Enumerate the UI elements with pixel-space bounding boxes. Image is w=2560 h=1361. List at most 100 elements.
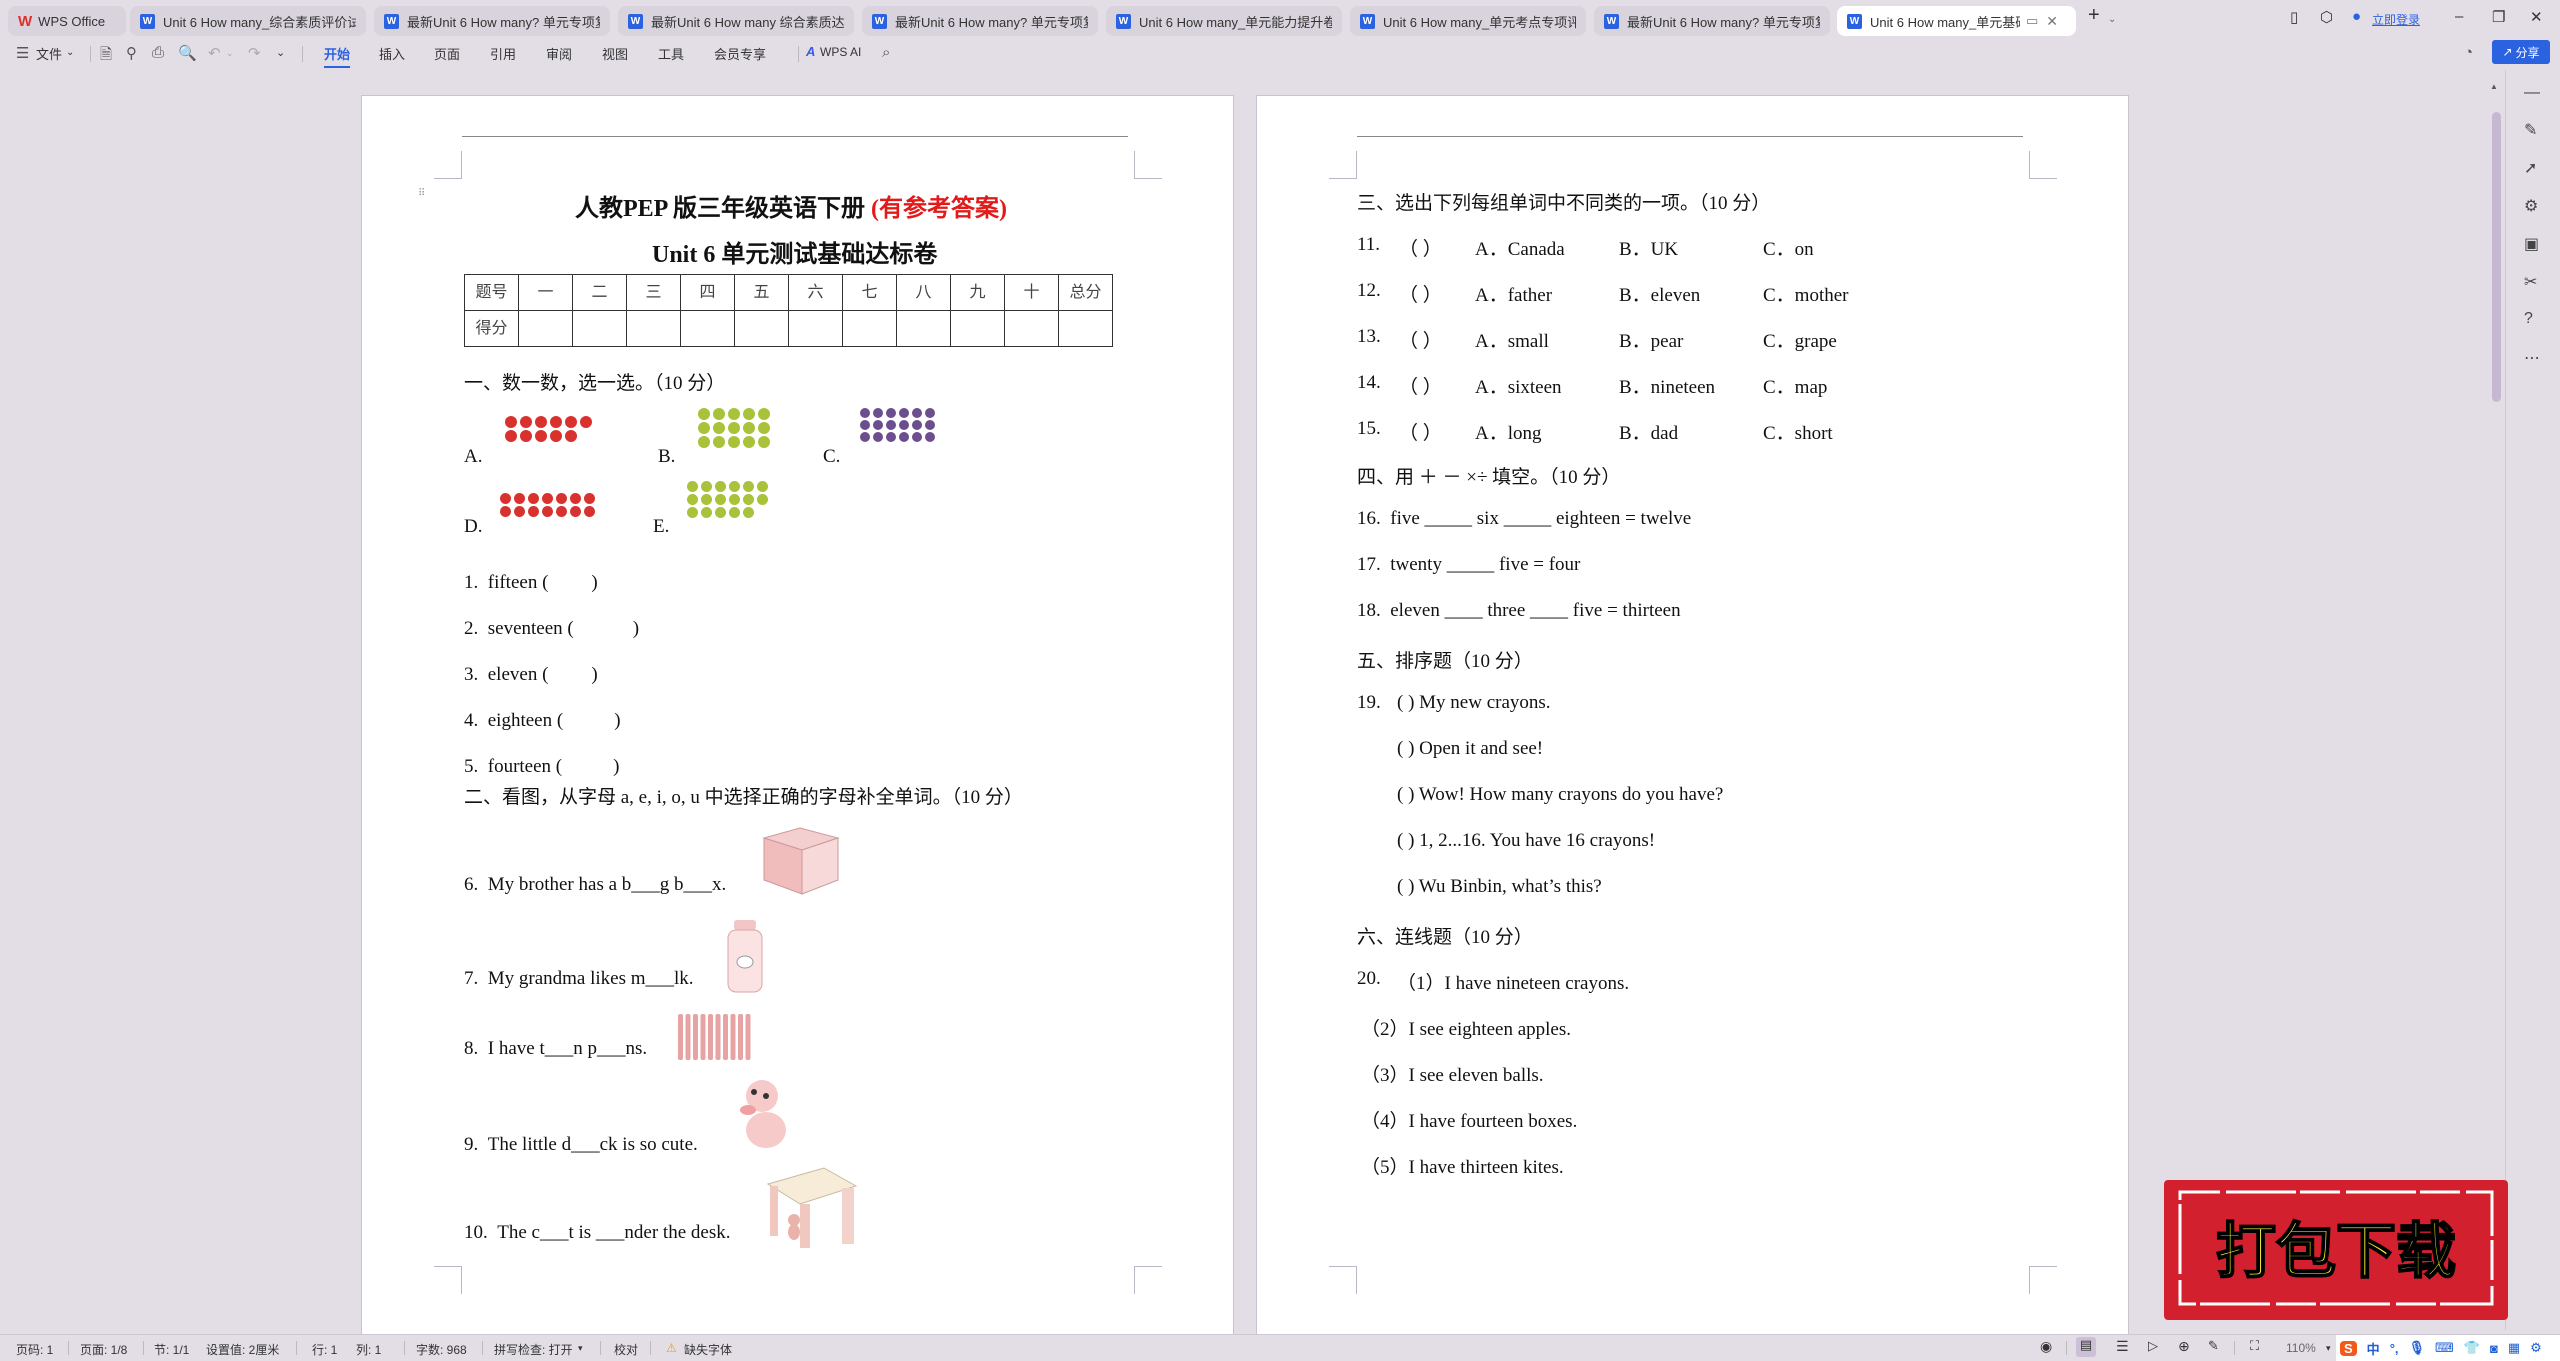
score-cell[interactable] [518,310,573,347]
save-icon[interactable]: 🗎 [100,44,112,69]
zoom-level[interactable]: 110% [2286,1341,2316,1355]
option-c: C．mother [1763,285,1849,306]
collapse-icon[interactable]: — [2524,84,2540,102]
status-word-count[interactable]: 字数: 968 [416,1341,467,1358]
tab-document-active[interactable]: W Unit 6 How many_单元基础达 ▭ ✕ [1837,6,2076,36]
print-preview-icon[interactable]: 🔍 [178,44,197,62]
score-cell[interactable] [680,310,735,347]
play-icon[interactable]: ▷ [2148,1338,2158,1354]
tools-icon[interactable]: ✂ [2524,272,2537,292]
score-cell: 总分 [1058,274,1113,311]
tab-wps-home[interactable]: W WPS Office [8,6,126,36]
missing-font-button[interactable]: 缺失字体 [684,1341,732,1358]
vertical-scrollbar[interactable] [2492,112,2501,402]
zoom-chevron-icon[interactable]: ▾ [2326,1343,2331,1354]
tab-list-chevron-icon[interactable]: ⌄ [2108,14,2116,25]
undo-chevron-icon[interactable]: ⌄ [226,48,234,59]
brush-icon[interactable]: ✎ [2208,1338,2219,1354]
more-icon[interactable]: ⋯ [2524,348,2540,368]
file-menu[interactable]: 文件 [36,44,62,63]
game-icon[interactable]: ◙ [2490,1341,2498,1356]
ime-mode[interactable]: 中 [2367,1339,2380,1358]
ribbon-tab-tools[interactable]: 工具 [658,44,684,63]
redo-icon[interactable]: ↷ [248,44,261,62]
ribbon-tab-view[interactable]: 视图 [602,44,628,63]
ribbon-tab-insert[interactable]: 插入 [379,44,405,63]
apps-icon[interactable]: ▦ [2508,1340,2520,1356]
outline-view-icon[interactable]: ☰ [2116,1338,2129,1355]
spell-check-chevron-icon[interactable]: ▾ [578,1343,583,1354]
print-icon[interactable]: ⎙ [152,44,164,61]
ime-punctuation[interactable]: °, [2390,1341,2399,1356]
undo-icon[interactable]: ↶ [208,44,221,62]
minimize-button[interactable]: – [2455,8,2463,25]
format-painter-icon[interactable]: ⚲ [126,44,137,62]
web-view-icon[interactable]: ⊕ [2178,1338,2190,1355]
cube-icon[interactable]: ⬡ [2320,8,2333,26]
microphone-icon[interactable]: 🎙 [2409,1340,2426,1356]
close-tab-icon[interactable]: ✕ [2046,13,2058,30]
skin-icon[interactable]: 👕 [2464,1340,2480,1356]
user-avatar-icon[interactable]: ● [2352,8,2361,25]
tab-document[interactable]: W 最新Unit 6 How many? 单元专项复 [1594,6,1830,36]
score-cell[interactable] [626,310,681,347]
tab-document[interactable]: W Unit 6 How many_单元考点专项评价 [1350,6,1586,36]
fit-page-icon[interactable]: ⛶ [2250,1338,2259,1354]
status-page-number: 页码: 1 [16,1343,54,1357]
score-cell[interactable] [896,310,951,347]
comment-icon[interactable]: ◔ [2464,44,2473,61]
monitor-icon[interactable]: ▭ [2026,13,2038,29]
menu-icon[interactable]: ☰ [16,44,29,62]
close-window-button[interactable]: ✕ [2530,8,2543,26]
sogou-logo-icon[interactable]: S [2340,1340,2357,1356]
image-tool-icon[interactable]: ▣ [2524,234,2539,254]
score-cell[interactable] [1004,310,1059,347]
login-link[interactable]: 立即登录 [2372,11,2420,28]
ribbon-tab-page[interactable]: 页面 [434,44,460,63]
scroll-up-icon[interactable]: ▲ [2490,82,2498,91]
spell-check-toggle[interactable]: 拼写检查: 打开 [494,1341,573,1358]
score-cell[interactable] [950,310,1005,347]
share-button[interactable]: ↗ 分享 [2492,40,2550,64]
ribbon-tab-member[interactable]: 会员专享 [714,44,766,63]
select-cursor-icon[interactable]: ➚ [2524,158,2537,178]
tab-document[interactable]: W 最新Unit 6 How many 综合素质达标 [618,6,854,36]
score-cell[interactable] [788,310,843,347]
help-icon[interactable]: ? [2524,310,2533,328]
more-chevron-icon[interactable]: ⌄ [276,46,285,59]
score-cell[interactable] [842,310,897,347]
document-page-2[interactable]: 三、选出下列每组单词中不同类的一项。（10 分） 四、用 ＋ － ×÷ 填空。（… [1256,95,2129,1335]
pen-icon[interactable]: ✎ [2524,120,2537,140]
tab-document[interactable]: W 最新Unit 6 How many? 单元专项复 [862,6,1098,36]
score-cell[interactable] [572,310,627,347]
page-view-button[interactable]: ▤ [2076,1337,2096,1357]
proofread-button[interactable]: 校对 [614,1341,638,1358]
score-cell[interactable] [1058,310,1113,347]
ribbon-tab-home[interactable]: 开始 [324,44,351,68]
settings-icon[interactable]: ⚙ [2530,1340,2542,1356]
score-cell[interactable] [734,310,789,347]
eye-protection-icon[interactable]: ◉ [2040,1338,2052,1355]
ordering-line: ( ) 1, 2...16. You have 16 crayons! [1397,830,1656,851]
file-menu-chevron-icon[interactable]: ⌄ [66,47,74,58]
window-layout-icon[interactable]: ▯ [2290,8,2298,26]
download-stamp-banner[interactable]: 打包下载 [2160,1172,2512,1322]
tab-document[interactable]: W Unit 6 How many_综合素质评价试卷 [130,6,366,36]
wps-ai-button[interactable]: WPS AI [820,45,861,59]
question-2: 2. seventeen () [464,618,640,639]
ime-toolbar[interactable]: S 中 °, 🎙 ⌨ 👕 ◙ ▦ ⚙ [2336,1335,2560,1361]
restore-button[interactable]: ❐ [2492,8,2505,26]
ribbon-tab-references[interactable]: 引用 [490,44,516,63]
tab-document[interactable]: W Unit 6 How many_单元能力提升卷 [1106,6,1342,36]
status-pages[interactable]: 页面: 1/8 [80,1341,127,1358]
adjust-sliders-icon[interactable]: ⚙ [2524,196,2538,216]
fruit-item [570,506,581,517]
search-icon[interactable]: ⌕ [882,44,890,61]
fruit-item [565,416,577,428]
ribbon-tab-review[interactable]: 审阅 [546,44,572,63]
drag-handle-icon[interactable]: ⠿ [418,189,425,199]
document-page-1[interactable]: ⠿ 人教PEP 版三年级英语下册 (有参考答案) Unit 6 单元测试基础达标… [361,95,1234,1335]
new-tab-button[interactable]: + [2088,4,2100,27]
keyboard-icon[interactable]: ⌨ [2435,1340,2454,1356]
tab-document[interactable]: W 最新Unit 6 How many? 单元专项复 [374,6,610,36]
